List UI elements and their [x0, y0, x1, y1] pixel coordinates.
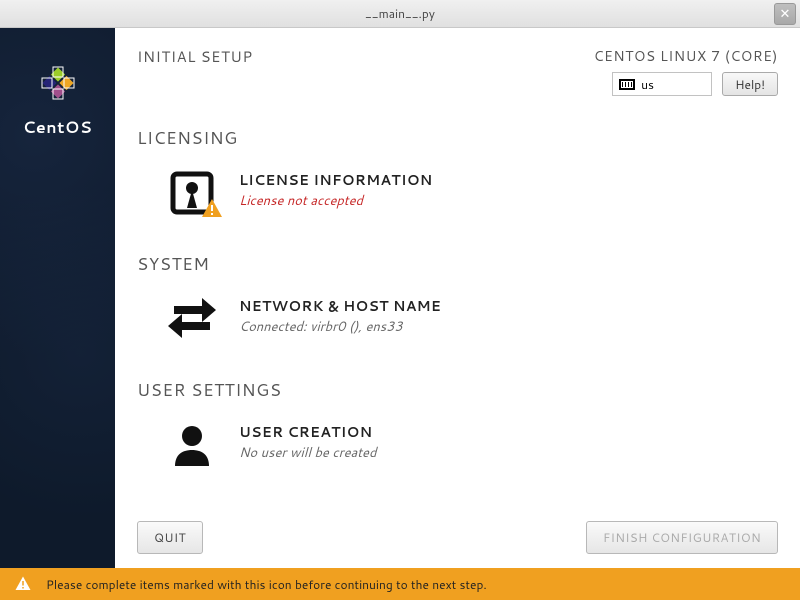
- network-icon: [163, 294, 221, 344]
- spoke-status: Connected: virbr0 (), ens33: [239, 318, 441, 336]
- main-panel: INITIAL SETUP CENTOS LINUX 7 (CORE) us H…: [115, 28, 800, 568]
- warning-banner: Please complete items marked with this i…: [0, 568, 800, 600]
- content-area: LICENSING LICENSE INFORMATION: [115, 106, 800, 511]
- close-icon: ✕: [780, 5, 791, 23]
- keyboard-icon: [619, 79, 635, 90]
- window-close-button[interactable]: ✕: [774, 3, 796, 25]
- finish-configuration-button[interactable]: FINISH CONFIGURATION: [586, 521, 778, 554]
- help-button[interactable]: Help!: [722, 72, 778, 96]
- spoke-status: No user will be created: [239, 444, 376, 462]
- window-titlebar: __main__.py ✕: [0, 0, 800, 28]
- spoke-title: LICENSE INFORMATION: [239, 170, 433, 190]
- distro-label: CENTOS LINUX 7 (CORE): [594, 46, 778, 66]
- spoke-status: License not accepted: [239, 192, 433, 210]
- keyboard-layout-value: us: [641, 76, 654, 93]
- spoke-title: USER CREATION: [239, 422, 376, 442]
- spoke-title: NETWORK & HOST NAME: [239, 296, 441, 316]
- page-title: INITIAL SETUP: [137, 46, 253, 67]
- user-icon: [163, 420, 221, 470]
- license-icon: [163, 168, 221, 218]
- warning-icon: [14, 575, 32, 593]
- window-title: __main__.py: [365, 5, 435, 22]
- banner-message: Please complete items marked with this i…: [46, 576, 487, 593]
- section-heading-user: USER SETTINGS: [137, 378, 778, 402]
- spoke-network-hostname[interactable]: NETWORK & HOST NAME Connected: virbr0 ()…: [137, 290, 778, 358]
- warning-icon: [200, 197, 224, 221]
- footer: QUIT FINISH CONFIGURATION: [115, 511, 800, 568]
- spoke-license-information[interactable]: LICENSE INFORMATION License not accepted: [137, 164, 778, 232]
- keyboard-layout-selector[interactable]: us: [612, 72, 712, 96]
- section-heading-licensing: LICENSING: [137, 126, 778, 150]
- spoke-user-creation[interactable]: USER CREATION No user will be created: [137, 416, 778, 484]
- section-heading-system: SYSTEM: [137, 252, 778, 276]
- centos-logo-icon: [33, 58, 83, 108]
- header: INITIAL SETUP CENTOS LINUX 7 (CORE) us H…: [115, 28, 800, 106]
- sidebar: CentOS: [0, 28, 115, 568]
- sidebar-brand: CentOS: [23, 116, 93, 139]
- quit-button[interactable]: QUIT: [137, 521, 203, 554]
